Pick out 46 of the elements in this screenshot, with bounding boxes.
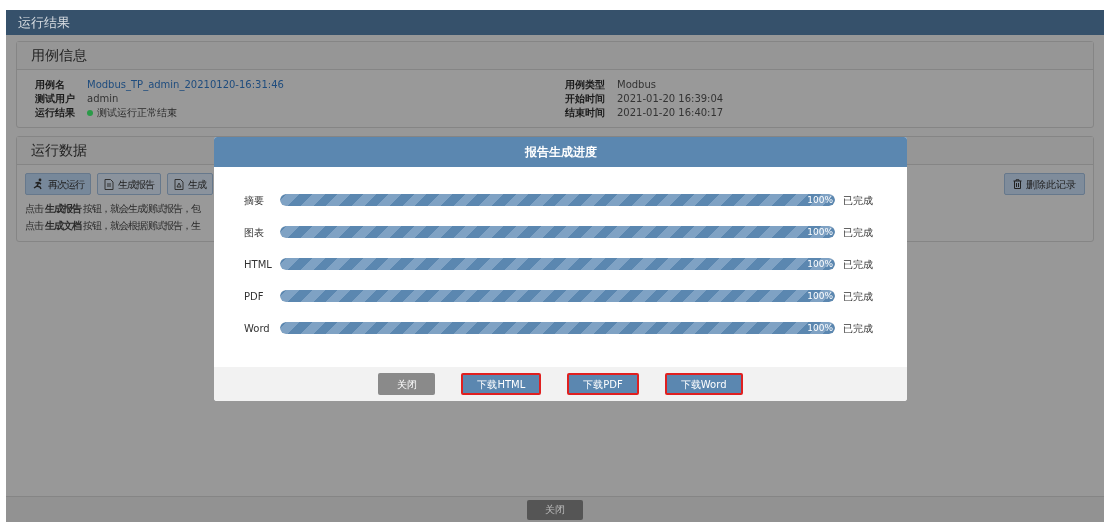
progress-percent: 100% [807,194,833,206]
progress-status: 已完成 [843,289,874,304]
progress-status: 已完成 [843,257,874,272]
progress-label: 摘要 [244,193,265,208]
dialog-title: 报告生成进度 [524,144,597,161]
field-label: 用例类型 [565,78,606,92]
download-button[interactable]: 下载Word [664,373,743,395]
field-value: Modbus [617,78,656,92]
running-figure-icon [32,178,44,190]
hint-text: 点击 生成文档 按钮，就会根据测试报告，生 [25,219,201,233]
progress-label: PDF [244,289,265,304]
progress-percent: 100% [807,258,833,270]
trash-icon [1013,179,1022,189]
download-button[interactable]: 下载PDF [567,373,639,395]
download-button[interactable]: 下载HTML [461,373,542,395]
delete-button[interactable]: 删除此记录 [1004,173,1085,195]
generate-button[interactable]: 生成报告 [97,173,161,195]
run-again-button[interactable]: 再次运行 [25,173,91,195]
hint-text: 点击 生成报告 按钮，就会生成测试报告，包 [25,202,201,216]
close-button[interactable]: 关闭 [378,373,436,395]
progress-percent: 100% [807,226,833,238]
field-label: 开始时间 [565,92,606,106]
document-icon [104,178,114,190]
case-name-link[interactable]: Modbus_TP_admin_20210120-16:31:46 [87,77,284,92]
progress-percent: 100% [807,322,833,334]
field-label: 用例名 [35,78,66,92]
field-value: 2021-01-20 16:39:04 [617,92,724,106]
field-value: admin [87,92,119,106]
progress-percent: 100% [807,290,833,302]
field-label: 运行结果 [35,106,76,120]
progress-status: 已完成 [843,193,874,208]
progress-label: 图表 [244,225,265,240]
panel-title: 运行数据 [31,141,87,160]
progress-status: 已完成 [843,321,874,336]
field-value: 2021-01-20 16:40:17 [617,106,724,120]
document-icon [174,178,184,190]
field-label: 结束时间 [565,106,606,120]
progress-label: HTML [244,257,273,272]
page-title: 运行结果 [18,13,70,32]
close-button[interactable]: 关闭 [527,499,583,520]
progress-label: Word [244,321,271,336]
progress-status: 已完成 [843,225,874,240]
field-label: 测试用户 [35,92,76,106]
generate-button[interactable]: 生成 [167,173,213,195]
panel-title: 用例信息 [31,46,87,65]
field-value: 测试运行正常结束 [97,106,177,120]
